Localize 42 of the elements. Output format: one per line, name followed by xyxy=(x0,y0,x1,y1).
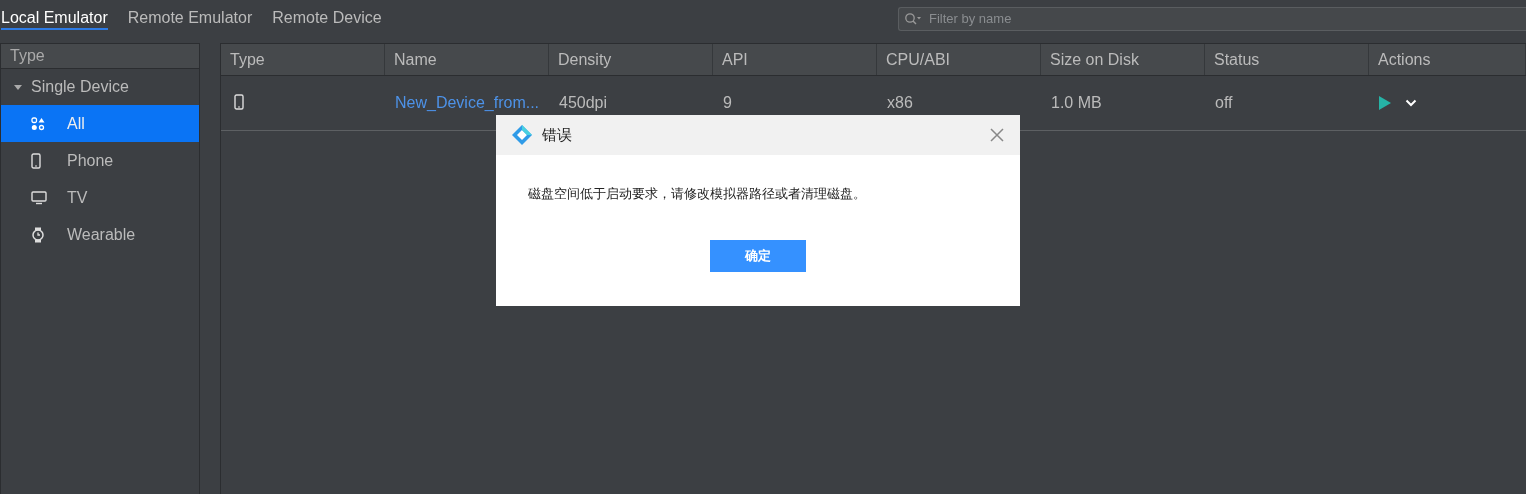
sidebar-item[interactable]: TV xyxy=(1,179,199,216)
close-icon[interactable] xyxy=(990,128,1004,142)
table-cell: 1.0 MB xyxy=(1051,94,1102,112)
play-icon[interactable] xyxy=(1379,96,1391,110)
group-label: Single Device xyxy=(31,78,129,96)
categories-icon xyxy=(31,116,45,131)
dropdown-icon[interactable] xyxy=(1405,99,1417,107)
column-header[interactable]: API xyxy=(713,44,877,75)
caret-icon xyxy=(13,82,23,92)
dialog-title: 错误 xyxy=(542,125,573,145)
sidebar-heading: Type xyxy=(1,44,199,69)
item-label: Wearable xyxy=(67,225,136,244)
phone-icon xyxy=(234,94,244,110)
tab[interactable]: Remote Device xyxy=(272,9,382,30)
sidebar-item[interactable]: Phone xyxy=(1,142,199,179)
dialog-message: 磁盘空间低于启动要求，请修改模拟器路径或者清理磁盘。 xyxy=(528,185,866,203)
column-header[interactable]: Status xyxy=(1205,44,1369,75)
monitor-icon xyxy=(31,190,47,205)
item-label: All xyxy=(67,114,85,133)
sidebar-item[interactable]: All xyxy=(1,105,199,142)
table-cell: x86 xyxy=(887,94,913,112)
column-header[interactable]: Name xyxy=(385,44,549,75)
diamond-logo-icon xyxy=(512,125,532,145)
column-header[interactable]: Type xyxy=(221,44,385,75)
tab[interactable]: Remote Emulator xyxy=(127,9,253,30)
phone-icon xyxy=(31,152,41,169)
table-cell: 450dpi xyxy=(559,94,608,112)
column-header[interactable]: Density xyxy=(549,44,713,75)
device-name-link[interactable]: New_Device_from... xyxy=(395,94,540,112)
watch-icon xyxy=(31,226,45,243)
sidebar-item[interactable]: Wearable xyxy=(1,216,199,253)
table-cell: off xyxy=(1215,94,1233,112)
tree-group[interactable]: Single Device xyxy=(1,69,199,105)
confirm-button[interactable]: 确定 xyxy=(710,240,806,272)
search-field[interactable]: Filter by name xyxy=(898,6,1526,31)
column-header[interactable]: Actions xyxy=(1369,44,1526,75)
item-label: TV xyxy=(67,188,88,207)
table-cell: 9 xyxy=(723,94,732,112)
column-header[interactable]: Size on Disk xyxy=(1041,44,1205,75)
tab[interactable]: Local Emulator xyxy=(1,9,108,30)
column-header[interactable]: CPU/ABI xyxy=(877,44,1041,75)
item-label: Phone xyxy=(67,151,114,170)
